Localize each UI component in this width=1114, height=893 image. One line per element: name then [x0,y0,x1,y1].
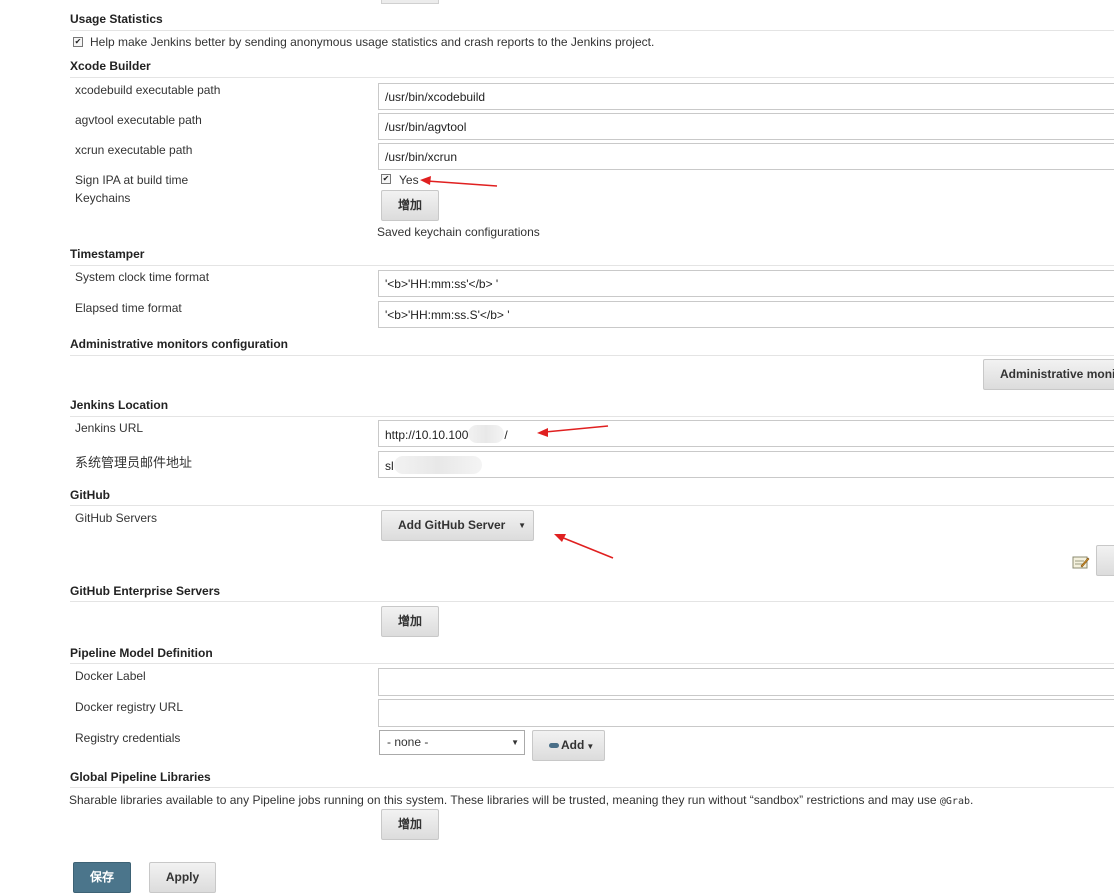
global-libraries-add-button[interactable]: 增加 [381,809,439,840]
docker-label-label: Docker Label [75,669,146,683]
dropdown-caret-icon: ▼ [518,521,526,530]
docker-registry-url-input[interactable] [378,699,1114,727]
grab-code: @Grab [939,796,970,807]
admin-monitors-title: Administrative monitors configuration [70,337,289,351]
section-divider [70,77,1114,78]
redacted-text [393,456,482,474]
agvtool-path-label: agvtool executable path [75,113,202,127]
system-clock-format-input[interactable] [378,270,1114,297]
add-github-server-button[interactable]: Add GitHub Server ▼ [381,510,534,541]
elapsed-time-format-label: Elapsed time format [75,301,182,315]
annotation-arrow [554,534,614,559]
annotation-arrow [420,176,498,187]
dropdown-caret-icon: ▼ [586,742,595,751]
sign-ipa-checkbox[interactable]: ✔ [381,174,391,184]
github-servers-label: GitHub Servers [75,511,158,525]
add-github-server-label: Add GitHub Server [398,518,506,532]
credentials-add-label: Add [561,738,585,752]
apply-button[interactable]: Apply [149,862,216,893]
save-button[interactable]: 保存 [73,862,131,893]
section-divider [70,265,1114,266]
usage-statistics-checkbox[interactable]: ✔ [73,37,83,47]
pipeline-model-title: Pipeline Model Definition [70,646,213,660]
section-divider [70,505,1114,506]
section-divider [70,787,1114,788]
docker-label-input[interactable] [378,668,1114,696]
elapsed-time-format-input[interactable] [378,301,1114,328]
redacted-text [468,425,505,443]
description-text: Sharable libraries available to any Pipe… [69,793,940,807]
section-divider [70,355,1114,356]
global-libraries-description: Sharable libraries available to any Pipe… [69,793,973,807]
system-clock-format-label: System clock time format [75,270,210,284]
saved-keychain-text: Saved keychain configurations [377,225,540,239]
xcrun-path-input[interactable] [378,143,1114,170]
partial-button[interactable] [1096,545,1114,576]
admin-email-label: 系统管理员邮件地址 [75,455,193,470]
admin-email-input[interactable]: sl [378,451,1114,478]
key-icon [549,743,559,749]
select-arrow-icon: ▼ [511,738,519,747]
registry-credentials-selected: - none - [387,735,429,749]
sign-ipa-option-label: Yes [399,173,419,187]
jenkins-location-title: Jenkins Location [70,398,169,412]
section-divider [70,416,1114,417]
keychains-label: Keychains [75,191,131,205]
usage-statistics-label: Help make Jenkins better by sending anon… [90,35,655,49]
xcodebuild-path-input[interactable] [378,83,1114,110]
xcrun-path-label: xcrun executable path [75,143,193,157]
section-divider [70,663,1114,664]
notepad-icon[interactable] [1072,555,1090,570]
jenkins-url-suffix: / [504,428,508,442]
github-enterprise-add-button[interactable]: 增加 [381,606,439,637]
keychains-add-button[interactable]: 增加 [381,190,439,221]
registry-credentials-label: Registry credentials [75,731,181,745]
description-suffix: . [970,793,974,807]
usage-statistics-title: Usage Statistics [70,12,163,26]
github-enterprise-title: GitHub Enterprise Servers [70,584,221,598]
registry-credentials-select[interactable]: - none - ▼ [379,730,525,755]
timestamper-title: Timestamper [70,247,145,261]
top-partial-button [381,0,439,4]
docker-registry-url-label: Docker registry URL [75,700,184,714]
sign-ipa-label: Sign IPA at build time [75,173,189,187]
admin-monitors-button[interactable]: Administrative moni [983,359,1114,390]
section-divider [70,30,1114,31]
github-title: GitHub [70,488,110,502]
jenkins-url-label: Jenkins URL [75,421,144,435]
xcode-builder-title: Xcode Builder [70,59,151,73]
credentials-add-button[interactable]: Add ▼ [532,730,605,761]
jenkins-url-value: http://10.10.100 [385,428,469,442]
jenkins-url-input[interactable]: http://10.10.100 / [378,420,1114,447]
xcodebuild-path-label: xcodebuild executable path [75,83,221,97]
section-divider [70,601,1114,602]
agvtool-path-input[interactable] [378,113,1114,140]
global-libraries-title: Global Pipeline Libraries [70,770,211,784]
admin-email-value: sl [385,459,394,473]
